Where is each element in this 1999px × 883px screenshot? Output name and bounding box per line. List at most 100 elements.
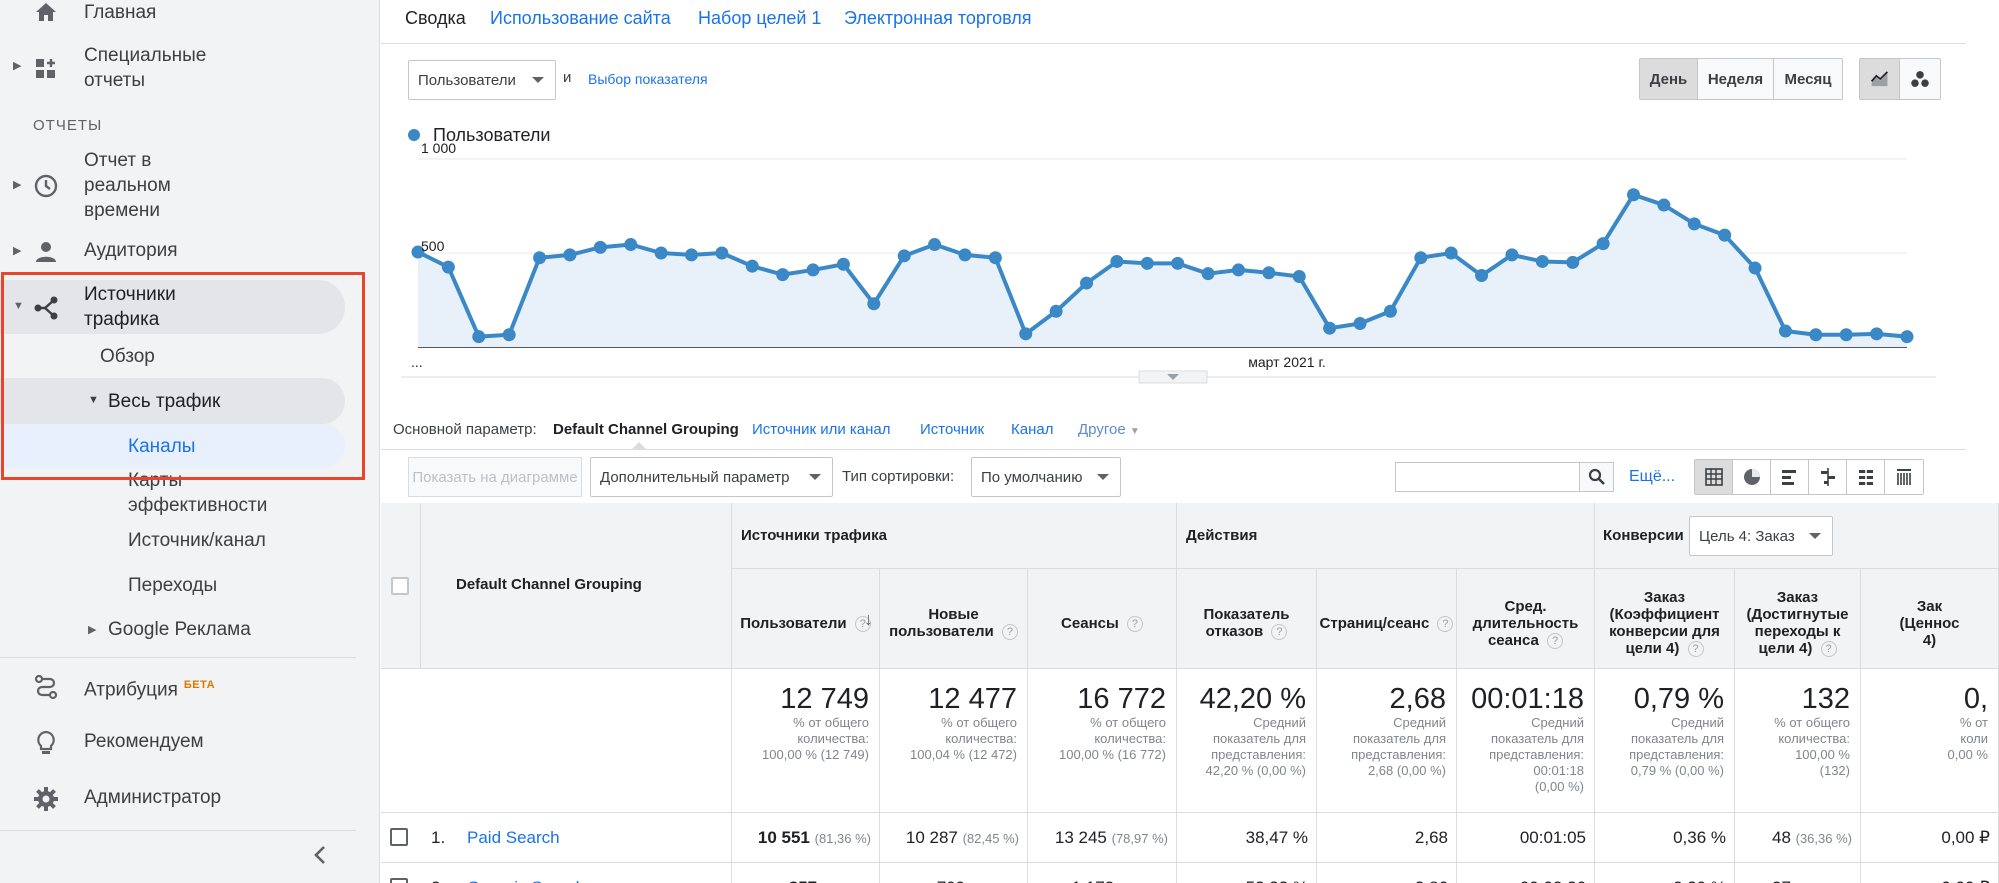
nav-discover[interactable]: Рекомендуем	[0, 729, 345, 755]
column-header[interactable]: Зак (Ценнос 4)	[1861, 569, 1999, 669]
group-acquisition: Источники трафика	[732, 503, 1177, 569]
total-value: 12 477	[928, 683, 1017, 715]
nav-audience[interactable]: ▶ Аудитория	[0, 238, 345, 264]
data-point	[1080, 276, 1094, 290]
totals-cell: 00:01:18 Средний показатель для представлен…	[1457, 669, 1595, 813]
data-point	[1444, 246, 1458, 260]
search-button[interactable]	[1580, 462, 1614, 492]
legend-dot	[408, 129, 420, 141]
sort-arrow-down-icon[interactable]: ↓	[864, 609, 873, 630]
column-header[interactable]: Страниц/сеанс ?	[1317, 569, 1457, 669]
total-subtext: % от коли 0,00 %	[1947, 715, 1988, 762]
data-point	[1718, 228, 1732, 242]
dimension-source-medium[interactable]: Источник или канал	[752, 421, 891, 438]
dimension-other[interactable]: Другое ▼	[1078, 421, 1140, 438]
choose-metric-link[interactable]: Выбор показателя	[588, 71, 708, 87]
dimension-source[interactable]: Источник	[920, 421, 984, 438]
help-icon[interactable]: ?	[1271, 624, 1288, 641]
dimension-header[interactable]: Default Channel Grouping	[421, 503, 732, 669]
row-channel-link[interactable]: Organic Search	[467, 878, 585, 883]
help-icon[interactable]: ?	[1820, 641, 1837, 658]
row-cell: 0,36 %	[1595, 813, 1735, 863]
column-header[interactable]: Пользователи ? ↓	[732, 569, 880, 669]
collapse-sidebar-icon[interactable]	[310, 843, 330, 872]
row-cell: 3,86	[1317, 863, 1457, 883]
plot-rows-button[interactable]: Показать на диаграмме	[408, 457, 582, 497]
column-header[interactable]: Заказ (Достигнутые переходы к цели 4) ?	[1735, 569, 1861, 669]
row-cell: 53,33 %	[1177, 863, 1317, 883]
table-row[interactable]: 1. Paid Search	[381, 813, 732, 863]
nav-attribution-label: Атрибуция БЕТА	[84, 679, 216, 701]
data-point	[1900, 330, 1914, 344]
goal-select[interactable]: Цель 4: Заказ	[1689, 516, 1833, 556]
week-button[interactable]: Неделя	[1698, 59, 1774, 99]
motion-chart-button[interactable]	[1900, 59, 1940, 99]
totals-cell: 42,20 % Средний показатель для представлени…	[1177, 669, 1317, 813]
home-icon	[32, 0, 60, 26]
row-checkbox[interactable]	[390, 828, 408, 846]
row-cell: 0,00 ₽	[1861, 813, 1999, 863]
line-chart-button[interactable]	[1860, 59, 1900, 99]
data-point	[1505, 248, 1519, 262]
nav-home[interactable]: Главная	[0, 0, 345, 26]
nav-attribution[interactable]: Атрибуция БЕТА	[0, 673, 345, 701]
row-checkbox[interactable]	[390, 878, 408, 883]
view-term-cloud-button[interactable]	[1885, 460, 1923, 494]
nav-admin[interactable]: Администратор	[0, 785, 345, 811]
tab-ecommerce[interactable]: Электронная торговля	[844, 8, 1031, 29]
tab-summary[interactable]: Сводка	[405, 8, 466, 29]
column-header[interactable]: Сеансы ?	[1028, 569, 1177, 669]
column-view-icon	[1897, 469, 1911, 485]
view-table-button[interactable]	[1695, 460, 1733, 494]
help-icon[interactable]: ?	[1437, 616, 1454, 633]
help-icon[interactable]: ?	[1001, 624, 1018, 641]
data-point	[1657, 198, 1671, 212]
row-value: 10 287 (82,45 %)	[905, 828, 1019, 847]
row-cell: 00:01:05	[1457, 813, 1595, 863]
totals-cell: 132% от общего количества: 100,00 % (132)	[1735, 669, 1861, 813]
total-subtext: % от общего количества: 100,00 % (132)	[1774, 715, 1850, 778]
row-channel-link[interactable]: Paid Search	[467, 828, 560, 848]
metric-select[interactable]: Пользователи	[408, 60, 556, 100]
view-pie-button[interactable]	[1733, 460, 1771, 494]
data-point	[472, 330, 486, 344]
month-button[interactable]: Месяц	[1774, 59, 1842, 99]
help-icon[interactable]: ?	[1547, 633, 1564, 650]
help-icon[interactable]: ?	[1126, 616, 1143, 633]
caret-right-icon: ▶	[13, 179, 22, 191]
column-header[interactable]: Показатель отказов ?	[1177, 569, 1317, 669]
data-point	[1778, 324, 1792, 338]
select-all-checkbox[interactable]	[391, 577, 409, 595]
row-value: 00:02:36	[1520, 878, 1586, 883]
view-comparison-button[interactable]	[1809, 460, 1847, 494]
dimension-default-channel-grouping[interactable]: Default Channel Grouping	[553, 421, 739, 438]
sort-type-select[interactable]: По умолчанию	[971, 457, 1121, 497]
table-search-input[interactable]	[1395, 462, 1580, 492]
column-header[interactable]: Сред. длительность сеанса ?	[1457, 569, 1595, 669]
total-subtext: % от общего количества: 100,00 % (16 772)	[1059, 715, 1166, 762]
column-header[interactable]: Заказ (Коэффициент конверсии для цели 4) ?	[1595, 569, 1735, 669]
table-row[interactable]: 2. Organic Search	[381, 863, 732, 883]
column-header-label: Страниц/сеанс ?	[1317, 615, 1456, 633]
nav-referrals[interactable]: Переходы	[128, 573, 217, 598]
column-header[interactable]: Новые пользователи ?	[880, 569, 1028, 669]
total-subtext: % от общего количества: 100,04 % (12 472)	[910, 715, 1017, 762]
sidebar-divider	[0, 657, 356, 658]
day-button[interactable]: День	[1640, 59, 1698, 99]
help-icon[interactable]: ?	[1687, 641, 1704, 658]
nav-realtime[interactable]: ▶ Отчет в реальном времени	[0, 148, 345, 224]
row-cell: 48 (36,36 %)	[1735, 813, 1861, 863]
secondary-dimension-select[interactable]: Дополнительный параметр	[590, 457, 833, 497]
tab-goal-set-1[interactable]: Набор целей 1	[698, 8, 821, 29]
totals-cell: 0,79 % Средний показатель для представления…	[1595, 669, 1735, 813]
beta-badge: БЕТА	[183, 679, 216, 691]
dimension-medium[interactable]: Канал	[1011, 421, 1053, 438]
nav-google-ads[interactable]: Google Реклама	[108, 617, 251, 642]
more-link[interactable]: Ещё...	[1629, 468, 1675, 486]
tab-site-usage[interactable]: Использование сайта	[490, 8, 671, 29]
view-bar-button[interactable]	[1771, 460, 1809, 494]
view-pivot-button[interactable]	[1847, 460, 1885, 494]
nav-custom-reports[interactable]: ▶ Специальные отчеты	[0, 43, 345, 95]
nav-source-medium[interactable]: Источник/канал	[128, 528, 266, 553]
group-behavior: Действия	[1177, 503, 1595, 569]
